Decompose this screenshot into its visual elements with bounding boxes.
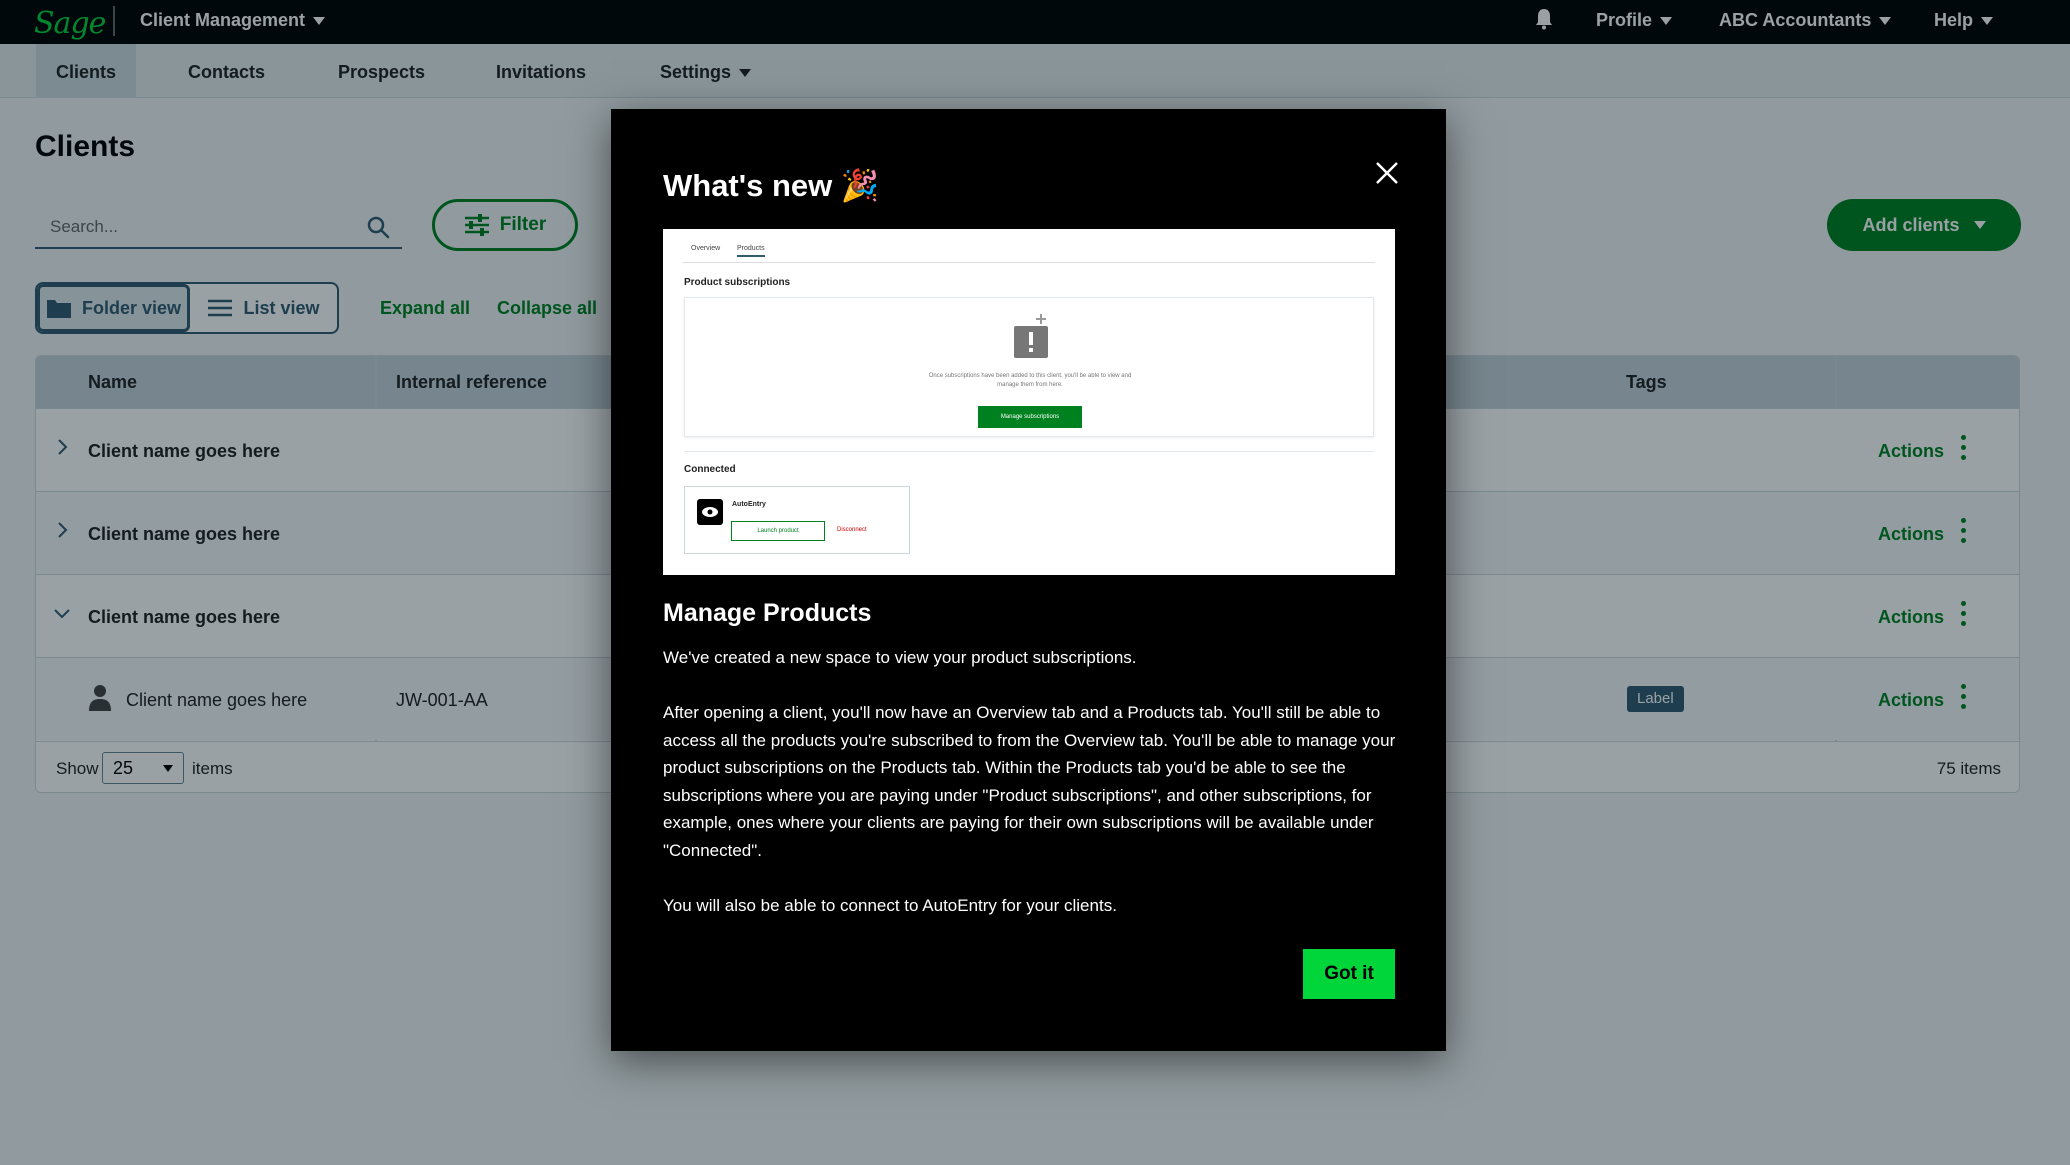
dialog-paragraph: We've created a new space to view your p… [663, 648, 1137, 667]
got-it-button[interactable]: Got it [1303, 949, 1395, 999]
preview-tab-products: Products [737, 245, 765, 257]
autoentry-logo-icon [697, 499, 723, 525]
preview-empty-text: Once subscriptions have been added to th… [928, 373, 1132, 388]
empty-box-icon [1014, 314, 1048, 358]
party-popper-icon: 🎉 [840, 168, 880, 203]
preview-empty-state: Once subscriptions have been added to th… [684, 297, 1374, 437]
dialog-paragraph: After opening a client, you'll now have … [663, 703, 1396, 860]
preview-tab-overview: Overview [691, 245, 721, 252]
preview-connected-title: Connected [684, 464, 736, 475]
dialog-body: We've created a new space to view your p… [663, 644, 1398, 947]
preview-product-card: AutoEntry Launch product Disconnect [684, 486, 910, 554]
dialog-paragraph: You will also be able to connect to Auto… [663, 895, 1117, 915]
dialog-title: What's new 🎉 [663, 167, 880, 204]
whats-new-dialog: What's new 🎉 Overview Products Product s… [611, 109, 1446, 1051]
preview-divider [684, 451, 1374, 452]
feature-preview-image: Overview Products Product subscriptions … [663, 229, 1395, 575]
dialog-heading: Manage Products [663, 599, 872, 627]
close-icon[interactable] [1373, 159, 1401, 187]
preview-tabs: Overview Products [683, 241, 1375, 263]
dialog-title-text: What's new [663, 168, 833, 203]
preview-launch-button: Launch product [731, 521, 825, 541]
preview-manage-button: Manage subscriptions [978, 406, 1082, 428]
preview-product-name: AutoEntry [732, 501, 766, 508]
preview-disconnect-link: Disconnect [837, 527, 867, 533]
preview-section-title: Product subscriptions [684, 277, 791, 288]
